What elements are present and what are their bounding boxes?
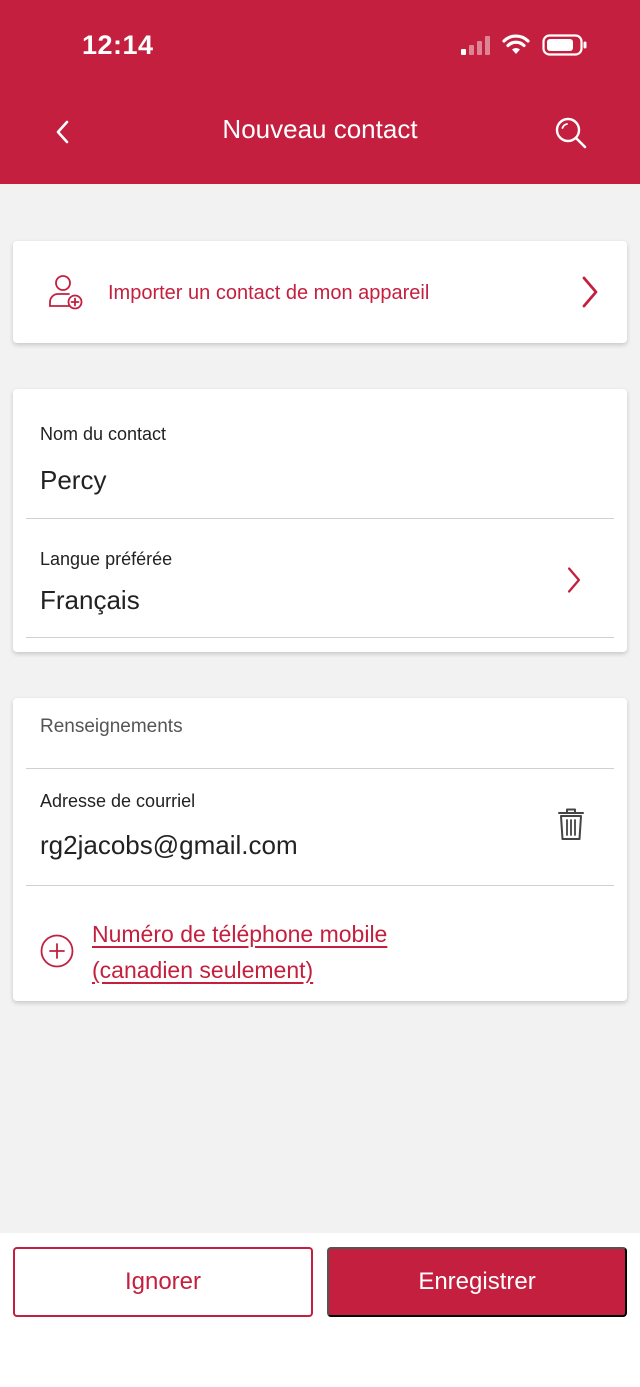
add-phone-line-1: Numéro de téléphone mobile bbox=[92, 921, 388, 947]
divider bbox=[26, 637, 614, 638]
search-icon bbox=[555, 117, 587, 149]
contact-details-card: Nom du contact Percy Langue préférée Fra… bbox=[13, 389, 627, 652]
contact-name-label: Nom du contact bbox=[40, 424, 167, 444]
app-header: 12:14 Nouveau contact bbox=[0, 0, 640, 184]
chevron-right-icon bbox=[567, 567, 581, 593]
chevron-right-icon bbox=[582, 276, 598, 308]
email-field[interactable]: Adresse de courriel rg2jacobs@gmail.com bbox=[13, 769, 533, 885]
page-title: Nouveau contact bbox=[222, 114, 418, 144]
email-label: Adresse de courriel bbox=[40, 791, 196, 811]
divider bbox=[26, 885, 614, 886]
status-time: 12:14 bbox=[82, 30, 154, 60]
trash-icon bbox=[558, 808, 584, 840]
wifi-icon bbox=[502, 34, 530, 54]
plus-circle-icon bbox=[40, 934, 74, 968]
add-person-icon bbox=[49, 275, 83, 310]
status-icons bbox=[461, 34, 588, 56]
cellular-signal-icon bbox=[461, 35, 490, 55]
delete-email-button[interactable] bbox=[553, 804, 589, 844]
contact-name-field[interactable]: Nom du contact Percy bbox=[13, 389, 627, 517]
search-button[interactable] bbox=[548, 110, 594, 156]
preferred-language-label: Langue préférée bbox=[40, 549, 173, 569]
add-phone-line-2: (canadien seulement) bbox=[92, 957, 314, 983]
ignore-button[interactable]: Ignorer bbox=[13, 1247, 313, 1317]
battery-icon bbox=[542, 34, 587, 56]
section-title: Renseignements bbox=[40, 716, 183, 737]
import-card: Importer un contact de mon appareil bbox=[13, 241, 627, 343]
preferred-language-row[interactable]: Langue préférée Français bbox=[13, 519, 627, 637]
import-contact-row[interactable]: Importer un contact de mon appareil bbox=[13, 241, 627, 343]
save-button[interactable]: Enregistrer bbox=[327, 1247, 627, 1317]
information-card: Renseignements Adresse de courriel rg2ja… bbox=[13, 698, 627, 1001]
email-value: rg2jacobs@gmail.com bbox=[40, 830, 298, 860]
footer-actions: Ignorer Enregistrer bbox=[0, 1233, 640, 1387]
import-contact-label: Importer un contact de mon appareil bbox=[108, 282, 430, 304]
add-mobile-phone-link[interactable]: Numéro de téléphone mobile (canadien seu… bbox=[40, 916, 440, 986]
preferred-language-value: Français bbox=[40, 585, 140, 615]
contact-name-value: Percy bbox=[40, 465, 107, 495]
